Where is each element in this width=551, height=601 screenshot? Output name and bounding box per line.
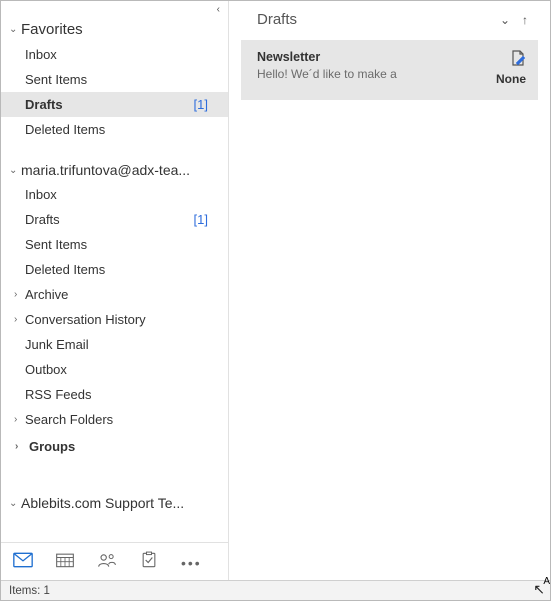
nav-switcher: •••	[1, 542, 228, 580]
groups-header[interactable]: › Groups	[1, 432, 228, 461]
favorites-deleted-items[interactable]: Deleted Items	[1, 117, 228, 142]
favorites-drafts[interactable]: Drafts [1]	[1, 92, 228, 117]
mail-icon[interactable]	[13, 551, 33, 574]
folder-pane: ‹ ⌄ Favorites Inbox Sent Items Drafts [1…	[1, 1, 229, 580]
calendar-icon[interactable]	[55, 551, 75, 574]
account-rss-feeds[interactable]: RSS Feeds	[1, 382, 228, 407]
account-outbox[interactable]: Outbox	[1, 357, 228, 382]
account-inbox[interactable]: Inbox	[1, 182, 228, 207]
chevron-down-icon: ⌄	[9, 24, 21, 35]
chevron-down-icon: ⌄	[9, 165, 21, 176]
message-preview: Hello! We´d like to make a	[257, 67, 496, 81]
account-label: Ablebits.com Support Te...	[21, 495, 222, 511]
account-search-folders[interactable]: › Search Folders	[1, 407, 228, 432]
message-date: None	[496, 72, 526, 86]
chevron-right-icon: ›	[14, 289, 24, 300]
account-conversation-history[interactable]: › Conversation History	[1, 307, 228, 332]
account-deleted-items[interactable]: Deleted Items	[1, 257, 228, 282]
account-label: maria.trifuntova@adx-tea...	[21, 162, 222, 178]
tasks-icon[interactable]	[139, 551, 159, 574]
unread-count: [1]	[194, 212, 214, 227]
folder-tree: ⌄ Favorites Inbox Sent Items Drafts [1] …	[1, 15, 228, 542]
account-junk-email[interactable]: Junk Email	[1, 332, 228, 357]
sort-arrow-icon[interactable]: ↑	[516, 13, 534, 27]
favorites-inbox[interactable]: Inbox	[1, 42, 228, 67]
support-account-header[interactable]: ⌄ Ablebits.com Support Te...	[1, 489, 228, 515]
account-archive[interactable]: › Archive	[1, 282, 228, 307]
message-list-pane: Drafts ⌄ ↑ Newsletter Hello! We´d like t…	[229, 1, 550, 580]
favorites-header[interactable]: ⌄ Favorites	[1, 15, 228, 42]
more-nav-icon[interactable]: •••	[181, 555, 202, 571]
section-label: Favorites	[21, 21, 222, 38]
draft-page-icon	[510, 53, 526, 70]
status-bar: Items: 1	[1, 580, 550, 600]
unread-count: [1]	[194, 97, 214, 112]
message-item[interactable]: Newsletter Hello! We´d like to make a No…	[241, 40, 538, 100]
collapse-nav-button[interactable]: ‹	[217, 1, 228, 15]
message-subject: Newsletter	[257, 50, 496, 64]
chevron-right-icon: ›	[15, 441, 25, 452]
status-items-count: Items: 1	[9, 585, 50, 597]
account-header[interactable]: ⌄ maria.trifuntova@adx-tea...	[1, 156, 228, 182]
account-drafts[interactable]: Drafts [1]	[1, 207, 228, 232]
account-sent-items[interactable]: Sent Items	[1, 232, 228, 257]
chevron-down-icon: ⌄	[9, 498, 21, 509]
favorites-sent-items[interactable]: Sent Items	[1, 67, 228, 92]
people-icon[interactable]	[97, 551, 117, 574]
chevron-right-icon: ›	[14, 414, 24, 425]
folder-title: Drafts	[257, 11, 494, 28]
chevron-right-icon: ›	[14, 314, 24, 325]
filter-dropdown-icon[interactable]: ⌄	[494, 13, 516, 27]
folder-header: Drafts ⌄ ↑	[229, 1, 550, 34]
